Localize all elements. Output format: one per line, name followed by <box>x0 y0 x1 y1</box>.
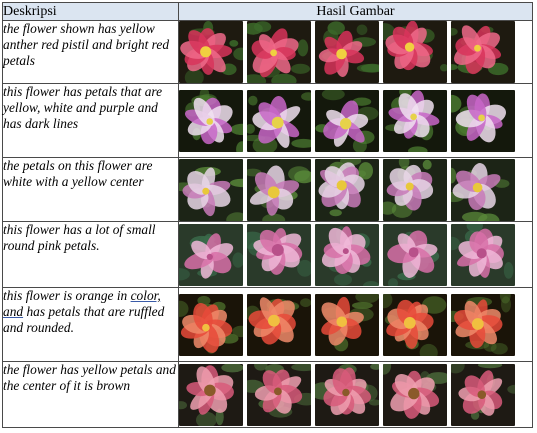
description-text-part: this flower is orange in <box>3 288 131 303</box>
description-cell: the flower shown has yellow anther red p… <box>2 20 179 84</box>
generated-flower-image <box>179 293 243 356</box>
image-cell <box>178 221 533 288</box>
results-table: Deskripsi Hasil Gambar the flower shown … <box>2 2 533 428</box>
generated-flower-image <box>383 158 447 221</box>
table-row: this flower has petals that are yellow, … <box>2 83 533 158</box>
image-strip <box>179 363 532 426</box>
table-row: this flower has a lot of small round pin… <box>2 221 533 288</box>
generated-flower-image <box>179 89 243 152</box>
table-row: the flower shown has yellow anther red p… <box>2 20 533 84</box>
generated-flower-image <box>383 293 447 356</box>
table-row: the flower has yellow petals and the cen… <box>2 361 533 428</box>
header-images: Hasil Gambar <box>178 2 533 21</box>
generated-flower-image <box>315 363 379 426</box>
description-cell: this flower has a lot of small round pin… <box>2 221 179 288</box>
generated-flower-image <box>383 21 447 83</box>
generated-flower-image <box>315 158 379 221</box>
description-cell: this flower has petals that are yellow, … <box>2 83 179 158</box>
generated-flower-image <box>247 223 311 286</box>
table-row: this flower is orange in color, and has … <box>2 287 533 362</box>
generated-flower-image <box>383 223 447 286</box>
description-text-part: has petals that are ruffled and rounded. <box>3 304 165 335</box>
header-description: Deskripsi <box>2 2 179 21</box>
generated-flower-image <box>451 158 515 221</box>
generated-flower-image <box>315 89 379 152</box>
image-cell <box>178 157 533 222</box>
image-strip <box>179 89 532 152</box>
description-cell: the flower has yellow petals and the cen… <box>2 361 179 428</box>
generated-flower-image <box>179 363 243 426</box>
generated-flower-image <box>179 158 243 221</box>
generated-flower-image <box>383 89 447 152</box>
generated-flower-image <box>315 21 379 83</box>
generated-flower-image <box>451 89 515 152</box>
image-cell <box>178 20 533 84</box>
image-cell <box>178 83 533 158</box>
image-strip <box>179 223 532 286</box>
image-cell <box>178 361 533 428</box>
image-strip <box>179 21 532 83</box>
generated-flower-image <box>247 158 311 221</box>
generated-flower-image <box>451 293 515 356</box>
generated-flower-image <box>315 293 379 356</box>
description-cell: the petals on this flower are white with… <box>2 157 179 222</box>
generated-flower-image <box>383 363 447 426</box>
generated-flower-image <box>179 223 243 286</box>
image-cell <box>178 287 533 362</box>
table-row: the petals on this flower are white with… <box>2 157 533 222</box>
generated-flower-image <box>247 363 311 426</box>
generated-flower-image <box>247 21 311 83</box>
generated-flower-image <box>451 21 515 83</box>
generated-flower-image <box>247 293 311 356</box>
generated-flower-image <box>247 89 311 152</box>
image-strip <box>179 293 532 356</box>
image-strip <box>179 158 532 221</box>
generated-flower-image <box>451 363 515 426</box>
header-row: Deskripsi Hasil Gambar <box>2 2 533 21</box>
generated-flower-image <box>315 223 379 286</box>
generated-flower-image <box>179 21 243 83</box>
description-cell: this flower is orange in color, and has … <box>2 287 179 362</box>
generated-flower-image <box>451 223 515 286</box>
